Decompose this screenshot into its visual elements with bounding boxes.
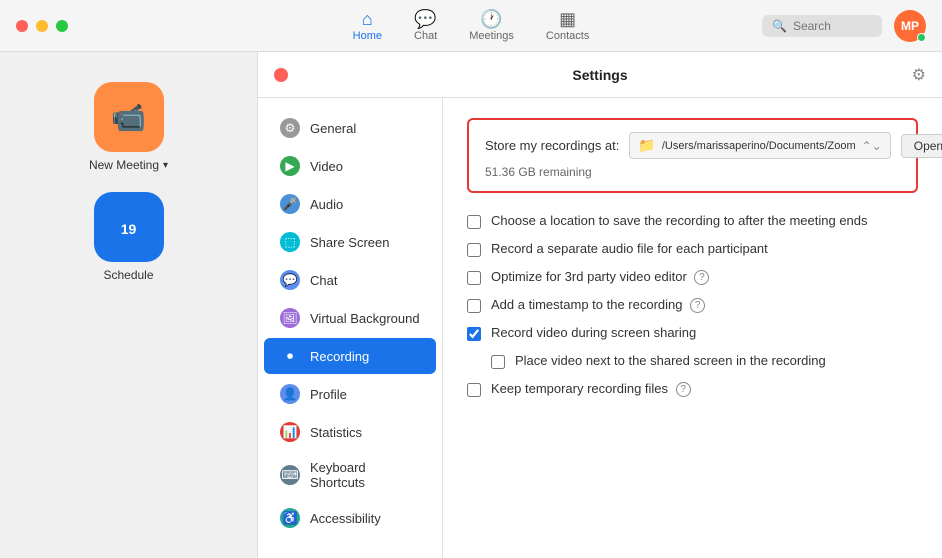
optimize-3rdparty-label: Optimize for 3rd party video editor ?: [491, 269, 709, 285]
timestamp-help-icon: ?: [690, 298, 705, 313]
settings-item-video[interactable]: ▶ Video: [264, 148, 436, 184]
checkbox-timestamp: Add a timestamp to the recording ?: [467, 297, 918, 313]
storage-space-text: 51.36 GB remaining: [485, 165, 900, 179]
checkbox-place-video: Place video next to the shared screen in…: [491, 353, 918, 369]
nav-tabs: ⌂ Home 💬 Chat 🕐 Meetings ▦ Contacts: [353, 10, 590, 42]
meetings-icon: 🕐: [480, 10, 502, 28]
camera-icon: 📹: [111, 101, 146, 134]
tab-contacts[interactable]: ▦ Contacts: [546, 10, 589, 42]
place-video-label: Place video next to the shared screen in…: [515, 353, 826, 368]
storage-row: Store my recordings at: 📁 /Users/marissa…: [485, 132, 900, 159]
timestamp-checkbox[interactable]: [467, 299, 481, 313]
settings-main-content: Store my recordings at: 📁 /Users/marissa…: [443, 98, 942, 558]
checkbox-record-video-sharing: Record video during screen sharing: [467, 325, 918, 341]
tab-contacts-label: Contacts: [546, 30, 589, 42]
general-icon: ⚙: [280, 118, 300, 138]
storage-path-text: /Users/marissaperino/Documents/Zoom: [662, 140, 856, 152]
settings-close-button[interactable]: [274, 68, 288, 82]
settings-item-keyboard-shortcuts[interactable]: ⌨ Keyboard Shortcuts: [264, 452, 436, 498]
tab-home-label: Home: [353, 30, 382, 42]
dropdown-chevron-icon: ▾: [163, 160, 168, 171]
profile-icon: 👤: [280, 384, 300, 404]
video-icon: ▶: [280, 156, 300, 176]
main-content: 📹 New Meeting ▾ 19 Schedule Settings ⚙: [0, 52, 942, 558]
tab-chat[interactable]: 💬 Chat: [414, 10, 437, 42]
choose-location-checkbox[interactable]: [467, 215, 481, 229]
keep-temp-help-icon: ?: [676, 382, 691, 397]
checkbox-separate-audio: Record a separate audio file for each pa…: [467, 241, 918, 257]
settings-item-profile[interactable]: 👤 Profile: [264, 376, 436, 412]
avatar[interactable]: MP: [894, 10, 926, 42]
chat-sidebar-icon: 💬: [280, 270, 300, 290]
settings-panel: Settings ⚙ ⚙ General ▶ Video 🎤 Audio: [258, 52, 942, 558]
settings-item-recording[interactable]: ⏺ Recording: [264, 338, 436, 374]
settings-body: ⚙ General ▶ Video 🎤 Audio ⬚ Share Screen…: [258, 98, 942, 558]
search-icon: 🔍: [772, 19, 787, 33]
checkbox-choose-location: Choose a location to save the recording …: [467, 213, 918, 229]
new-meeting-button[interactable]: 📹: [94, 82, 164, 152]
virtual-background-icon: 🖼: [280, 308, 300, 328]
settings-item-share-screen[interactable]: ⬚ Share Screen: [264, 224, 436, 260]
optimize-help-icon: ?: [694, 270, 709, 285]
close-traffic-light[interactable]: [16, 20, 28, 32]
keyboard-shortcuts-icon: ⌨: [280, 465, 300, 485]
settings-item-audio[interactable]: 🎤 Audio: [264, 186, 436, 222]
settings-sidebar: ⚙ General ▶ Video 🎤 Audio ⬚ Share Screen…: [258, 98, 443, 558]
calendar-icon: 19: [121, 221, 137, 237]
settings-title: Settings: [572, 67, 627, 83]
choose-location-label: Choose a location to save the recording …: [491, 213, 868, 228]
home-icon: ⌂: [362, 10, 373, 28]
checkbox-keep-temp: Keep temporary recording files ?: [467, 381, 918, 397]
share-screen-icon: ⬚: [280, 232, 300, 252]
separate-audio-checkbox[interactable]: [467, 243, 481, 257]
tab-meetings[interactable]: 🕐 Meetings: [469, 10, 514, 42]
storage-label: Store my recordings at:: [485, 138, 619, 153]
record-video-sharing-checkbox[interactable]: [467, 327, 481, 341]
left-sidebar: 📹 New Meeting ▾ 19 Schedule: [0, 52, 258, 558]
schedule-button[interactable]: 19: [94, 192, 164, 262]
open-button[interactable]: Open: [901, 134, 942, 158]
new-meeting-label: New Meeting ▾: [89, 158, 168, 172]
accessibility-icon: ♿: [280, 508, 300, 528]
separate-audio-label: Record a separate audio file for each pa…: [491, 241, 768, 256]
avatar-initials: MP: [901, 19, 919, 33]
schedule-wrapper: 19 Schedule: [94, 192, 164, 282]
minimize-traffic-light[interactable]: [36, 20, 48, 32]
settings-item-chat[interactable]: 💬 Chat: [264, 262, 436, 298]
titlebar: ⌂ Home 💬 Chat 🕐 Meetings ▦ Contacts 🔍 MP: [0, 0, 942, 52]
settings-item-statistics[interactable]: 📊 Statistics: [264, 414, 436, 450]
timestamp-label: Add a timestamp to the recording ?: [491, 297, 705, 313]
search-bar[interactable]: 🔍: [762, 15, 882, 37]
folder-icon: 📁: [638, 137, 655, 154]
recording-icon: ⏺: [280, 346, 300, 366]
gear-icon[interactable]: ⚙: [912, 65, 926, 85]
settings-titlebar: Settings ⚙: [258, 52, 942, 98]
new-meeting-wrapper: 📹 New Meeting ▾: [89, 82, 168, 172]
storage-box: Store my recordings at: 📁 /Users/marissa…: [467, 118, 918, 193]
path-arrow-icon: ⌃⌄: [862, 139, 882, 153]
storage-path-selector[interactable]: 📁 /Users/marissaperino/Documents/Zoom ⌃⌄: [629, 132, 890, 159]
schedule-label: Schedule: [103, 268, 153, 282]
settings-item-general[interactable]: ⚙ General: [264, 110, 436, 146]
place-video-checkbox[interactable]: [491, 355, 505, 369]
record-video-sharing-label: Record video during screen sharing: [491, 325, 696, 340]
contacts-icon: ▦: [559, 10, 576, 28]
checkbox-optimize-3rdparty: Optimize for 3rd party video editor ?: [467, 269, 918, 285]
settings-item-virtual-background[interactable]: 🖼 Virtual Background: [264, 300, 436, 336]
keep-temp-checkbox[interactable]: [467, 383, 481, 397]
fullscreen-traffic-light[interactable]: [56, 20, 68, 32]
tab-home[interactable]: ⌂ Home: [353, 10, 382, 42]
keep-temp-label: Keep temporary recording files ?: [491, 381, 691, 397]
avatar-status-dot: [917, 33, 926, 42]
audio-icon: 🎤: [280, 194, 300, 214]
titlebar-right: 🔍 MP: [762, 10, 926, 42]
tab-meetings-label: Meetings: [469, 30, 514, 42]
statistics-icon: 📊: [280, 422, 300, 442]
settings-item-accessibility[interactable]: ♿ Accessibility: [264, 500, 436, 536]
traffic-lights: [16, 20, 68, 32]
chat-icon: 💬: [414, 10, 436, 28]
search-input[interactable]: [793, 19, 873, 33]
tab-chat-label: Chat: [414, 30, 437, 42]
optimize-3rdparty-checkbox[interactable]: [467, 271, 481, 285]
